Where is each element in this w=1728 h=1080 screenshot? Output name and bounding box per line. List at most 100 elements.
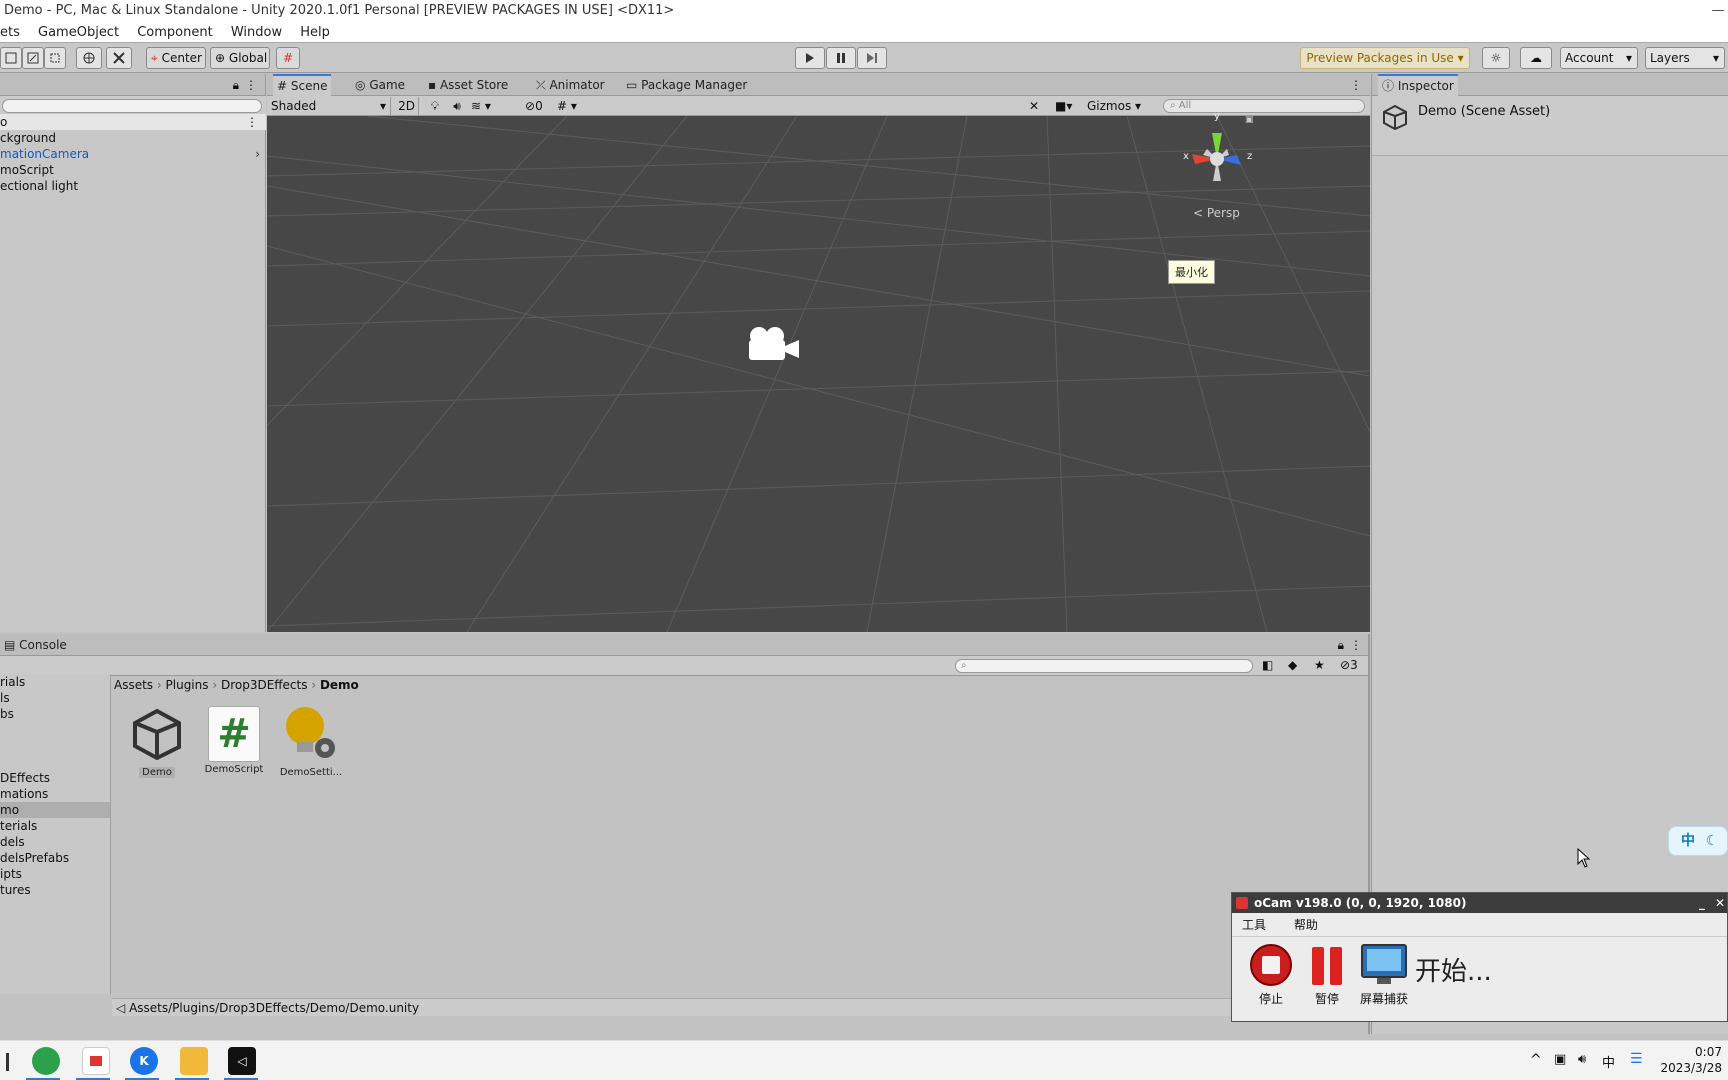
audio-toggle[interactable]: 🔊︎: [447, 97, 467, 115]
scene-search-input[interactable]: ⌕ All: [1163, 99, 1365, 113]
chevron-right-icon[interactable]: ›: [255, 146, 260, 162]
folder-item[interactable]: ipts: [0, 866, 22, 882]
custom-tool-button[interactable]: [106, 47, 132, 69]
pivot-global-toggle[interactable]: ⊕ Global: [210, 47, 270, 69]
clock[interactable]: 0:07 2023/3/28: [1660, 1044, 1722, 1076]
folder-item[interactable]: bs: [0, 706, 14, 722]
folder-item[interactable]: ls: [0, 690, 10, 706]
minimize-icon[interactable]: —: [1708, 0, 1728, 22]
lock-icon[interactable]: 🔒︎: [233, 74, 239, 96]
hierarchy-item[interactable]: ectional light: [0, 178, 78, 194]
ocam-taskbar-icon[interactable]: [82, 1047, 110, 1075]
tab-scene[interactable]: # Scene: [273, 74, 332, 96]
filter-type-icon[interactable]: ◧: [1262, 658, 1273, 672]
tab-game[interactable]: ◎ Game: [351, 74, 409, 96]
label-icon[interactable]: ◆: [1288, 658, 1297, 672]
dropdown-arrow-icon: ▾: [1712, 51, 1719, 65]
lighting-toggle[interactable]: 💡︎: [425, 97, 445, 115]
network-icon[interactable]: ▣: [1554, 1052, 1566, 1067]
orientation-gizmo[interactable]: y x z ▣: [1167, 111, 1267, 219]
kebab-menu-icon[interactable]: ⋮: [1350, 634, 1362, 656]
tools-toggle[interactable]: ✕: [1029, 97, 1049, 115]
chevron-up-icon[interactable]: ^: [1530, 1052, 1542, 1068]
gizmos-dropdown[interactable]: Gizmos ▾: [1087, 97, 1147, 115]
effects-dropdown[interactable]: ≋ ▾: [471, 97, 507, 115]
breadcrumb-item[interactable]: Assets: [114, 678, 153, 692]
breadcrumb-item[interactable]: Drop3DEffects: [221, 678, 308, 692]
folder-item[interactable]: rials: [0, 674, 25, 690]
cloud-button[interactable]: ☁: [1520, 47, 1552, 69]
account-dropdown[interactable]: Account ▾: [1560, 47, 1638, 69]
folder-item[interactable]: DEffects: [0, 770, 50, 786]
lock-icon[interactable]: ▣: [1245, 115, 1254, 125]
minimize-icon[interactable]: _: [1699, 893, 1705, 913]
close-icon[interactable]: ✕: [1715, 893, 1725, 913]
kebab-menu-icon[interactable]: ⋮: [1350, 74, 1362, 96]
hidden-objects-toggle[interactable]: ⊘0: [525, 97, 555, 115]
kebab-menu-icon[interactable]: ⋮: [246, 114, 258, 130]
asset-item[interactable]: Demo: [122, 706, 192, 778]
asset-item[interactable]: DemoSetti...: [276, 706, 346, 778]
layers-dropdown[interactable]: Layers ▾: [1645, 47, 1725, 69]
asset-item[interactable]: # DemoScript: [199, 706, 269, 775]
grid-snap-button[interactable]: #: [276, 47, 300, 69]
ocam-menu-help[interactable]: 帮助: [1294, 918, 1318, 932]
speaker-icon[interactable]: 🔊︎: [1578, 1052, 1586, 1067]
hierarchy-item[interactable]: ckground: [0, 130, 56, 146]
folder-item-selected[interactable]: mo: [0, 802, 110, 818]
scene-root-row[interactable]: o ⋮: [0, 114, 266, 130]
file-explorer-icon[interactable]: [180, 1047, 208, 1075]
ocam-menu-tools[interactable]: 工具: [1242, 918, 1266, 932]
menu-assets[interactable]: ets: [0, 22, 20, 43]
ime-indicator[interactable]: 中 ☾: [1668, 826, 1728, 856]
tab-inspector[interactable]: ⓘ Inspector: [1378, 74, 1458, 96]
preview-packages-button[interactable]: Preview Packages in Use ▾: [1300, 47, 1470, 69]
tab-asset-store[interactable]: ▪ Asset Store: [424, 74, 512, 96]
camera-dropdown[interactable]: ■▾: [1055, 97, 1085, 115]
ocam-pause-button[interactable]: 暂停: [1302, 943, 1352, 1007]
k-app-icon[interactable]: K: [130, 1047, 158, 1075]
project-search-input[interactable]: ⌕: [955, 659, 1253, 673]
hierarchy-item[interactable]: mationCamera ›: [0, 146, 266, 162]
folder-item[interactable]: tures: [0, 882, 31, 898]
shading-mode-dropdown[interactable]: Shaded ▾: [271, 97, 391, 115]
toggle-2d-button[interactable]: 2D: [395, 97, 419, 115]
kebab-menu-icon[interactable]: ⋮: [245, 74, 257, 96]
hierarchy-search-input[interactable]: [2, 99, 262, 113]
lock-icon[interactable]: 🔒︎: [1338, 634, 1344, 656]
menu-help[interactable]: Help: [300, 22, 330, 43]
perspective-label[interactable]: < Persp: [1193, 206, 1240, 220]
tab-package-manager[interactable]: ▭ Package Manager: [622, 74, 751, 96]
camera-gizmo-icon[interactable]: [741, 322, 801, 366]
ocam-capture-button[interactable]: 屏幕捕获: [1356, 943, 1412, 1007]
breadcrumb-item[interactable]: Plugins: [166, 678, 209, 692]
pivot-center-toggle[interactable]: ⌖ Center: [146, 47, 206, 69]
folder-item[interactable]: terials: [0, 818, 37, 834]
folder-item[interactable]: delsPrefabs: [0, 850, 69, 866]
ocam-stop-button[interactable]: 停止: [1246, 943, 1296, 1007]
app-tray-icon[interactable]: ☰: [1630, 1051, 1643, 1067]
menu-gameobject[interactable]: GameObject: [38, 22, 119, 43]
collab-button[interactable]: ☼: [1482, 47, 1510, 69]
step-button[interactable]: [857, 47, 887, 69]
move-tool-button[interactable]: [22, 47, 44, 69]
browser-icon[interactable]: [32, 1047, 60, 1075]
hidden-packages-toggle[interactable]: ⊘3: [1340, 658, 1358, 672]
folder-item[interactable]: dels: [0, 834, 25, 850]
menu-window[interactable]: Window: [231, 22, 282, 43]
hierarchy-item[interactable]: moScript: [0, 162, 54, 178]
breadcrumb-item-current[interactable]: Demo: [320, 678, 359, 692]
star-icon[interactable]: ★: [1314, 658, 1325, 672]
menu-component[interactable]: Component: [137, 22, 212, 43]
pause-button[interactable]: [826, 47, 856, 69]
tab-animator[interactable]: ⤫ Animator: [532, 74, 609, 96]
grid-dropdown[interactable]: # ▾: [557, 97, 589, 115]
play-button[interactable]: [795, 47, 825, 69]
transform-tool-button[interactable]: [76, 47, 102, 69]
tab-console[interactable]: ▤ Console: [0, 634, 71, 656]
unity-taskbar-icon[interactable]: ◁: [228, 1047, 256, 1075]
rect-tool-button[interactable]: [44, 47, 66, 69]
input-method-icon[interactable]: 中: [1602, 1052, 1615, 1071]
folder-item[interactable]: mations: [0, 786, 48, 802]
hand-tool-button[interactable]: [0, 47, 22, 69]
